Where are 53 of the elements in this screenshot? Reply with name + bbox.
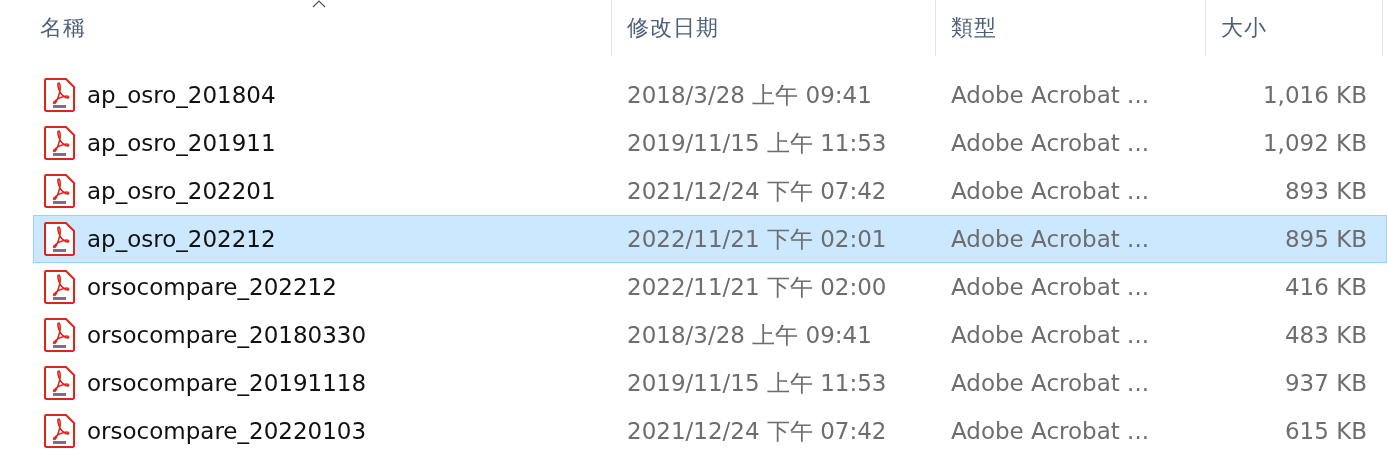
file-name: ap_osro_202212 bbox=[87, 226, 276, 252]
file-type: Adobe Acrobat ... bbox=[950, 370, 1150, 396]
file-name: orsocompare_202212 bbox=[87, 274, 337, 300]
file-type: Adobe Acrobat ... bbox=[950, 274, 1150, 300]
file-type: Adobe Acrobat ... bbox=[950, 226, 1150, 252]
file-size: 895 KB bbox=[1283, 226, 1368, 252]
pdf-file-icon bbox=[44, 126, 75, 160]
file-size: 1,016 KB bbox=[1261, 82, 1368, 108]
sort-caret-icon bbox=[311, 0, 326, 8]
modified-date: 2019/11/15 上午 11:53 bbox=[626, 368, 888, 398]
modified-date: 2022/11/21 下午 02:00 bbox=[626, 272, 888, 302]
file-name: ap_osro_202201 bbox=[87, 178, 276, 204]
modified-date: 2019/11/15 上午 11:53 bbox=[626, 128, 888, 158]
file-size: 937 KB bbox=[1283, 370, 1368, 396]
file-name: orsocompare_20191118 bbox=[87, 370, 367, 396]
file-size: 893 KB bbox=[1283, 178, 1368, 204]
file-size: 416 KB bbox=[1283, 274, 1368, 300]
modified-date: 2018/3/28 上午 09:41 bbox=[626, 80, 873, 110]
file-size: 483 KB bbox=[1283, 322, 1368, 348]
file-row[interactable]: orsocompare_20180330 2018/3/28 上午 09:41 Adobe Acrobat ... 483 KB bbox=[33, 311, 1387, 359]
file-type: Adobe Acrobat ... bbox=[950, 418, 1150, 444]
modified-date: 2021/12/24 下午 07:42 bbox=[626, 176, 888, 206]
column-header[interactable]: 修改日期 bbox=[611, 0, 935, 56]
file-row[interactable]: orsocompare_202212 2022/11/21 下午 02:00 Adobe Acrobat ... 416 KB bbox=[33, 263, 1387, 311]
pdf-file-icon bbox=[44, 270, 75, 304]
file-size: 1,092 KB bbox=[1261, 130, 1368, 156]
file-name: ap_osro_201804 bbox=[87, 82, 276, 108]
file-type: Adobe Acrobat ... bbox=[950, 130, 1150, 156]
column-header[interactable]: 名稱 bbox=[0, 0, 611, 56]
pdf-file-icon bbox=[44, 78, 75, 112]
file-name: ap_osro_201911 bbox=[87, 130, 276, 156]
file-row[interactable]: ap_osro_201911 2019/11/15 上午 11:53 Adobe Acrobat ... 1,092 KB bbox=[33, 119, 1387, 167]
file-row[interactable]: ap_osro_202201 2021/12/24 下午 07:42 Adobe Acrobat ... 893 KB bbox=[33, 167, 1387, 215]
modified-date: 2018/3/28 上午 09:41 bbox=[626, 320, 873, 350]
pdf-file-icon bbox=[44, 414, 75, 448]
modified-date: 2021/12/24 下午 07:42 bbox=[626, 416, 888, 446]
column-header[interactable]: 類型 bbox=[935, 0, 1205, 56]
file-row[interactable]: ap_osro_201804 2018/3/28 上午 09:41 Adobe Acrobat ... 1,016 KB bbox=[33, 71, 1387, 119]
file-row[interactable]: orsocompare_20220103 2021/12/24 下午 07:42 Adobe Acrobat ... 615 KB bbox=[33, 407, 1387, 455]
file-size: 615 KB bbox=[1283, 418, 1368, 444]
pdf-file-icon bbox=[44, 318, 75, 352]
file-row[interactable]: ap_osro_202212 2022/11/21 下午 02:01 Adobe Acrobat ... 895 KB bbox=[33, 215, 1387, 263]
file-type: Adobe Acrobat ... bbox=[950, 82, 1150, 108]
file-row[interactable]: orsocompare_20191118 2019/11/15 上午 11:53 Adobe Acrobat ... 937 KB bbox=[33, 359, 1387, 407]
file-type: Adobe Acrobat ... bbox=[950, 178, 1150, 204]
pdf-file-icon bbox=[44, 366, 75, 400]
file-name: orsocompare_20180330 bbox=[87, 322, 367, 348]
column-header[interactable]: 大小 bbox=[1205, 0, 1383, 56]
file-type: Adobe Acrobat ... bbox=[950, 322, 1150, 348]
pdf-file-icon bbox=[44, 174, 75, 208]
modified-date: 2022/11/21 下午 02:01 bbox=[626, 224, 888, 254]
pdf-file-icon bbox=[44, 222, 75, 256]
file-name: orsocompare_20220103 bbox=[87, 418, 367, 444]
